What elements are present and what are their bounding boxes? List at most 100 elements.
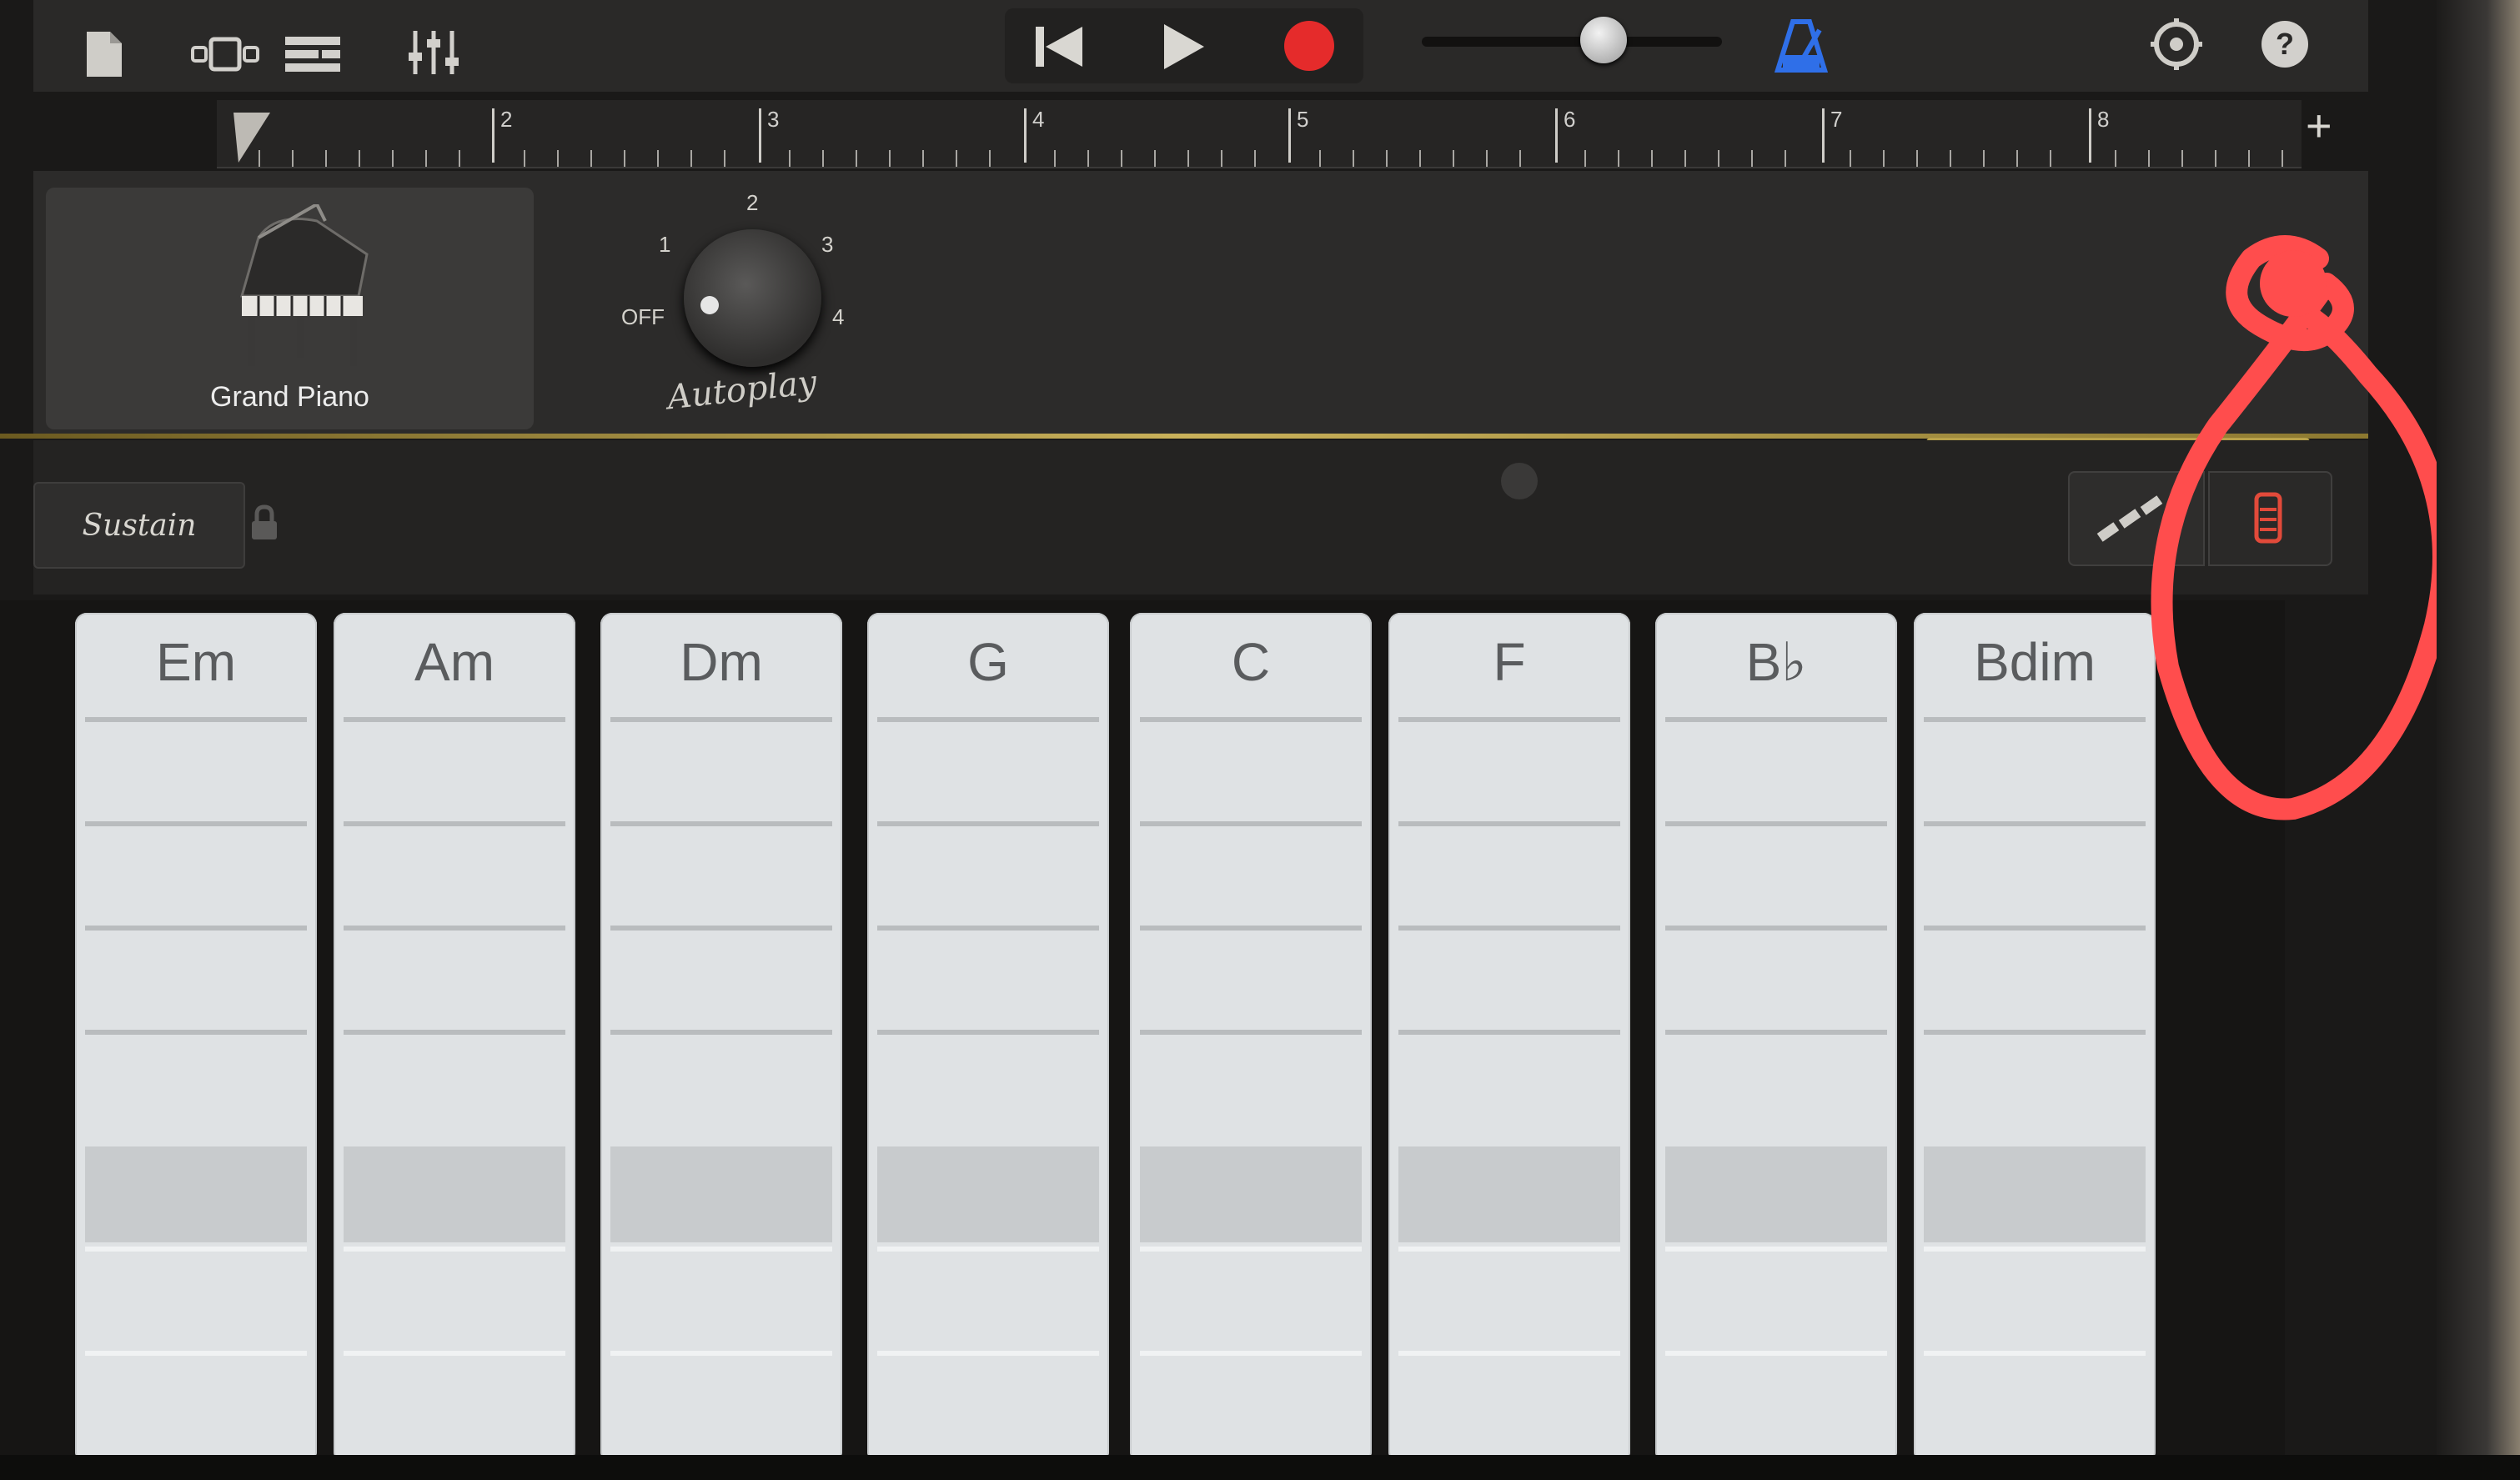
instrument-selector[interactable]: Grand Piano [46, 188, 534, 429]
bass-zone[interactable] [1665, 1146, 1887, 1242]
sustain-button[interactable]: Sustain [33, 482, 245, 569]
chord-zone-divider [344, 926, 565, 931]
bass-zone[interactable] [85, 1146, 307, 1242]
metronome-icon[interactable] [1768, 13, 1835, 79]
settings-icon[interactable] [2143, 8, 2210, 79]
autoplay-1-label: 1 [659, 232, 671, 257]
volume-slider-knob[interactable] [1580, 17, 1627, 63]
chord-zone-divider [610, 1030, 832, 1035]
bass-zone[interactable] [344, 1146, 565, 1242]
ruler-tick [989, 150, 991, 167]
bass-zone[interactable] [1924, 1146, 2146, 1242]
ruler-tick [856, 150, 857, 167]
ruler-tick [1386, 150, 1388, 167]
play-icon[interactable] [1147, 15, 1222, 78]
chord-zone-divider [1665, 717, 1887, 722]
ruler-tick [1187, 150, 1189, 167]
chord-zone-divider [1924, 1247, 2146, 1252]
chord-zone-divider [1665, 926, 1887, 931]
controls-strip [33, 440, 2368, 595]
bass-zone[interactable] [1140, 1146, 1362, 1242]
bass-zone[interactable] [1398, 1146, 1620, 1242]
ruler-tick [1154, 150, 1156, 167]
device-bezel-bottom [0, 1455, 2520, 1480]
ruler-tick [2115, 150, 2116, 167]
chord-zone-divider [1924, 717, 2146, 722]
volume-slider[interactable] [1422, 17, 1722, 63]
chord-zone-divider [610, 717, 832, 722]
add-section-button[interactable]: + [2306, 100, 2332, 152]
chord-strip[interactable]: Am [334, 613, 575, 1463]
chord-zone-divider [1398, 821, 1620, 826]
chord-zone-divider [1665, 1351, 1887, 1356]
chord-zone-divider [1398, 717, 1620, 722]
autoplay-off-label: OFF [621, 304, 665, 329]
ruler-tick [2282, 150, 2283, 167]
chord-zone-divider [344, 1247, 565, 1252]
rewind-icon[interactable] [1022, 15, 1097, 78]
ruler-tick [1618, 150, 1619, 167]
chord-strip[interactable]: F [1388, 613, 1630, 1463]
ruler-tick [922, 150, 924, 167]
ruler-tick [1718, 150, 1719, 167]
ruler-tick [1121, 150, 1122, 167]
knob-indicator [700, 296, 719, 314]
chord-zone-divider [1924, 1351, 2146, 1356]
chord-zone-divider [877, 1351, 1099, 1356]
autoplay-knob[interactable] [684, 229, 821, 367]
grand-piano-icon [240, 204, 369, 366]
ruler-tick [2215, 150, 2216, 167]
chord-zone-divider [1398, 1247, 1620, 1252]
ruler-tick [1054, 150, 1056, 167]
bar-number: 7 [1830, 107, 1843, 132]
ruler-tick [822, 150, 824, 167]
lock-icon[interactable] [250, 504, 279, 545]
chord-strip[interactable]: B♭ [1655, 613, 1897, 1463]
mixer-icon[interactable] [400, 23, 467, 82]
chord-zone-divider [610, 1247, 832, 1252]
chord-zone-divider [1140, 1030, 1362, 1035]
chord-zone-divider [877, 1030, 1099, 1035]
chord-strip[interactable]: Em [75, 613, 317, 1463]
ruler-tick [1087, 150, 1089, 167]
chord-strip[interactable]: C [1130, 613, 1372, 1463]
autoplay-2-label: 2 [746, 190, 759, 215]
ruler-tick [1883, 150, 1885, 167]
record-icon[interactable] [1272, 13, 1347, 79]
tracks-view-icon[interactable] [188, 29, 263, 79]
chord-zone-divider [1924, 821, 2146, 826]
ruler-tick [657, 150, 659, 167]
bar-number: 6 [1564, 107, 1576, 132]
chord-zone-divider [344, 1351, 565, 1356]
ruler-tick [1983, 150, 1985, 167]
ruler-tick [1221, 150, 1222, 167]
bar-number: 3 [767, 107, 780, 132]
document-icon[interactable] [79, 25, 129, 83]
ruler-tick [1950, 150, 1951, 167]
chord-zone-divider [85, 1351, 307, 1356]
chord-zone-divider [344, 821, 565, 826]
chord-zone-divider [1665, 1030, 1887, 1035]
bass-zone[interactable] [610, 1146, 832, 1242]
chord-zone-divider [85, 926, 307, 931]
ruler-tick [624, 150, 625, 167]
ruler-tick [590, 150, 592, 167]
chord-strip[interactable]: G [867, 613, 1109, 1463]
bass-zone[interactable] [877, 1146, 1099, 1242]
ruler-tick [392, 150, 394, 167]
ruler-tick [2248, 150, 2250, 167]
ruler-tick [1254, 150, 1256, 167]
ruler-tick [524, 150, 525, 167]
help-icon[interactable]: ? [2251, 8, 2318, 79]
chord-label: Dm [680, 632, 763, 692]
ruler-tick [1319, 150, 1321, 167]
chord-strip[interactable]: Dm [600, 613, 842, 1463]
bar-number: 5 [1297, 107, 1309, 132]
chord-label: F [1493, 632, 1526, 692]
chord-zone-divider [1924, 926, 2146, 931]
bar-ruler[interactable]: 2 3 4 5 6 7 8 [217, 100, 2302, 168]
garageband-screen: ? 2 3 4 5 6 7 8 + Grand Piano OFF 1 2 3 … [0, 0, 2520, 1480]
track-list-icon[interactable] [279, 29, 346, 79]
chord-zone-divider [1398, 926, 1620, 931]
instrument-name: Grand Piano [210, 381, 369, 413]
